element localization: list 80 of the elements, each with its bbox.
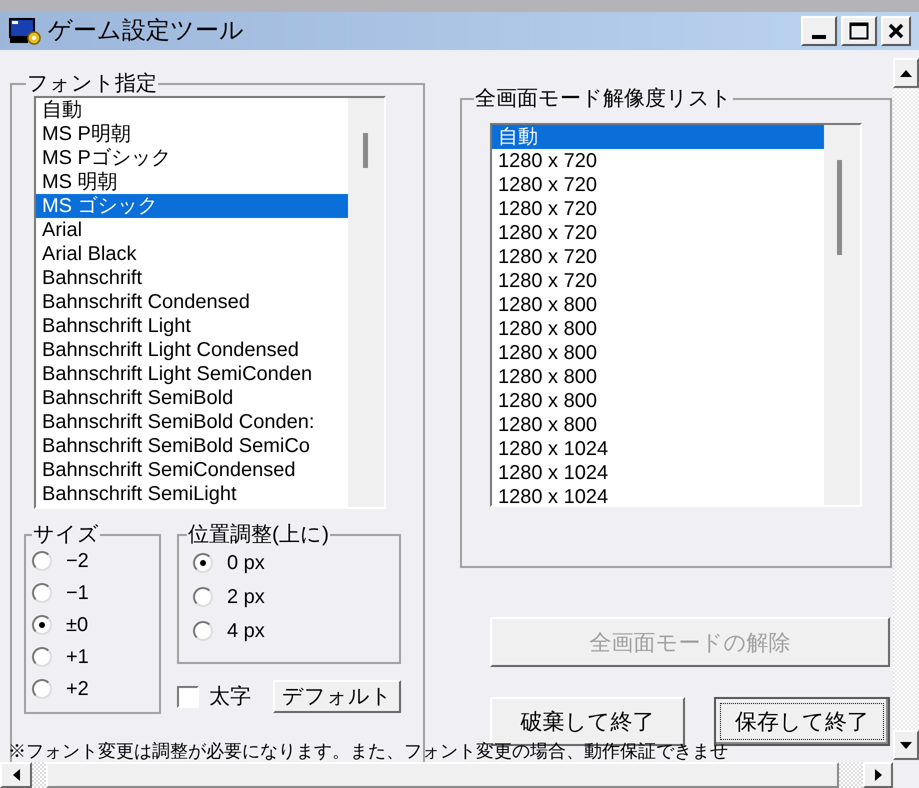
radio-option[interactable]: 4 px: [193, 619, 385, 643]
minimize-icon: [812, 35, 826, 39]
list-item[interactable]: 1280 x 800: [492, 413, 824, 437]
list-item[interactable]: 1280 x 1024: [492, 461, 824, 485]
vertical-scrollbar[interactable]: [893, 58, 919, 760]
list-item[interactable]: Bahnschrift SemiLight: [36, 482, 348, 506]
scroll-down-button[interactable]: [893, 730, 919, 760]
list-item[interactable]: 自動: [492, 125, 824, 149]
group-label: 位置調整(上に): [187, 524, 330, 545]
up-arrow-icon: [900, 70, 912, 76]
list-item[interactable]: Bahnschrift Light: [36, 314, 348, 338]
scroll-left-button[interactable]: [0, 762, 32, 788]
list-item[interactable]: 1280 x 720: [492, 221, 824, 245]
down-arrow-icon: [900, 742, 912, 748]
group-label: サイズ: [32, 524, 100, 545]
list-item[interactable]: Bahnschrift SemiBold SemiCo: [36, 434, 348, 458]
scroll-thumb[interactable]: [363, 133, 368, 168]
radio-button[interactable]: [32, 679, 52, 699]
list-item[interactable]: 自動: [36, 98, 348, 122]
list-item[interactable]: 1280 x 720: [492, 269, 824, 293]
minimize-button[interactable]: [801, 16, 837, 46]
list-item[interactable]: Bahnschrift Light SemiConden: [36, 362, 348, 386]
maximize-button[interactable]: [841, 16, 877, 46]
list-item[interactable]: 1280 x 1024: [492, 437, 824, 461]
list-item[interactable]: 1280 x 800: [492, 317, 824, 341]
scroll-track[interactable]: [839, 762, 863, 788]
list-item[interactable]: Bahnschrift SemiBold Conden:: [36, 410, 348, 434]
list-item[interactable]: Bahnschrift Light Condensed: [36, 338, 348, 362]
list-item[interactable]: 1280 x 720: [492, 173, 824, 197]
scroll-track[interactable]: [32, 762, 46, 788]
list-item[interactable]: 1280 x 720: [492, 149, 824, 173]
list-item[interactable]: Bahnschrift: [36, 266, 348, 290]
list-item[interactable]: MS 明朝: [36, 170, 348, 194]
list-item[interactable]: MS ゴシック: [36, 194, 348, 218]
radio-option[interactable]: 2 px: [193, 585, 385, 609]
save-exit-button[interactable]: 保存して終了: [714, 697, 890, 746]
list-item[interactable]: 1280 x 1024: [492, 485, 824, 505]
window-title: ゲーム設定ツール: [48, 19, 244, 43]
group-label: フォント指定: [26, 73, 158, 94]
radio-button[interactable]: [32, 615, 52, 635]
checkbox[interactable]: [177, 686, 199, 708]
group-label: 全画面モード解像度リスト: [474, 88, 733, 109]
list-item[interactable]: 1280 x 800: [492, 341, 824, 365]
scrollbar[interactable]: [348, 98, 384, 507]
list-item[interactable]: MS P明朝: [36, 122, 348, 146]
radio-button[interactable]: [193, 621, 213, 641]
scroll-up-button[interactable]: [893, 58, 919, 88]
left-arrow-icon: [12, 769, 20, 781]
radio-option[interactable]: ±0: [32, 613, 153, 637]
list-item[interactable]: Bahnschrift SemiBold: [36, 386, 348, 410]
list-item[interactable]: 1280 x 800: [492, 365, 824, 389]
list-item[interactable]: Arial Black: [36, 242, 348, 266]
bold-checkbox[interactable]: 太字: [177, 680, 251, 712]
list-item[interactable]: Bahnschrift Condensed: [36, 290, 348, 314]
right-arrow-icon: [874, 769, 882, 781]
list-item[interactable]: Arial: [36, 218, 348, 242]
scroll-thumb[interactable]: [837, 160, 842, 255]
list-item[interactable]: 1280 x 720: [492, 197, 824, 221]
list-item[interactable]: 1280 x 720: [492, 245, 824, 269]
radio-option[interactable]: −1: [32, 581, 153, 605]
scrollbar[interactable]: [824, 125, 860, 505]
radio-button[interactable]: [32, 551, 52, 571]
radio-option[interactable]: −2: [32, 549, 153, 573]
radio-button[interactable]: [193, 587, 213, 607]
radio-button[interactable]: [32, 647, 52, 667]
maximize-icon: [849, 22, 869, 40]
default-button[interactable]: デフォルト: [273, 680, 401, 713]
list-item[interactable]: MS Pゴシック: [36, 146, 348, 170]
radio-option[interactable]: 0 px: [193, 551, 385, 575]
radio-button[interactable]: [193, 553, 213, 573]
monitor-gear-icon: [8, 16, 42, 46]
close-button[interactable]: [881, 16, 911, 46]
radio-option[interactable]: +2: [32, 677, 153, 701]
list-item[interactable]: 1280 x 800: [492, 389, 824, 413]
list-item[interactable]: 1280 x 800: [492, 293, 824, 317]
list-item[interactable]: Bahnschrift SemiCondensed: [36, 458, 348, 482]
radio-option[interactable]: +1: [32, 645, 153, 669]
close-icon: [888, 23, 904, 39]
scroll-right-button[interactable]: [863, 762, 893, 788]
radio-button[interactable]: [32, 583, 52, 603]
